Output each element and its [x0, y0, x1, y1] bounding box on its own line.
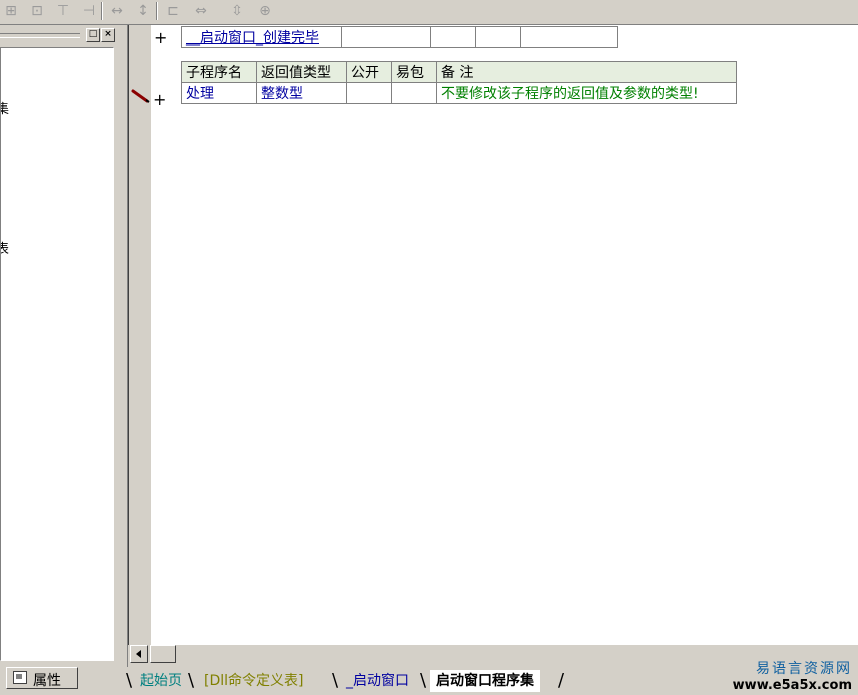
same-width-icon[interactable]: ↔: [106, 1, 128, 21]
scroll-left-icon[interactable]: [130, 645, 148, 663]
empty-cell[interactable]: [341, 26, 431, 48]
event-table: __启动窗口_创建完毕: [181, 26, 618, 48]
tab-divider: \: [332, 670, 339, 691]
return-type: 整数型: [261, 86, 303, 102]
col-easy-pack: 易包: [391, 61, 437, 83]
vertical-center-icon[interactable]: ⇔: [190, 1, 212, 21]
watermark-cn: 易语言资源网: [756, 661, 852, 677]
horizontal-center-icon[interactable]: ⊏: [162, 1, 184, 21]
return-type-cell[interactable]: 整数型: [256, 82, 347, 104]
properties-icon: [13, 671, 27, 684]
panel-restore-button[interactable]: □: [86, 28, 100, 42]
col-remark: 备 注: [436, 61, 737, 83]
event-name-cell[interactable]: __启动窗口_创建完毕: [181, 26, 342, 48]
col-return-type: 返回值类型: [256, 61, 347, 83]
align-top-icon[interactable]: ⊤: [52, 1, 74, 21]
table-row[interactable]: 处理 整数型 不要修改该子程序的返回值及参数的类型!: [181, 82, 737, 104]
tab-divider: \: [188, 670, 195, 691]
public-cell[interactable]: [346, 82, 392, 104]
tab-start-page[interactable]: 起始页: [134, 670, 188, 692]
remark-text: 不要修改该子程序的返回值及参数的类型!: [441, 86, 699, 102]
same-height-icon[interactable]: ↕: [132, 1, 154, 21]
tab-startup-window-module[interactable]: 启动窗口程序集: [430, 670, 540, 692]
center-both-icon[interactable]: ⊕: [254, 1, 276, 21]
align-left-icon[interactable]: ⊞: [0, 1, 22, 21]
sub-name: 处理: [186, 86, 214, 102]
easy-pack-cell[interactable]: [391, 82, 437, 104]
toolbar-separator: [101, 2, 103, 20]
sub-table: 子程序名 返回值类型 公开 易包 备 注 处理 整数型 不要修改该子程序的返回值…: [181, 61, 737, 104]
panel-titlebar: □ ×: [0, 27, 118, 43]
empty-cell[interactable]: [520, 26, 618, 48]
panel-tree[interactable]: 集 表: [0, 47, 114, 661]
remark-cell[interactable]: 不要修改该子程序的返回值及参数的类型!: [436, 82, 737, 104]
align-right-icon[interactable]: ⊣: [78, 1, 100, 21]
pencil-icon: [131, 89, 150, 103]
tree-item-fragment[interactable]: 集: [1, 98, 9, 117]
tab-startup-window[interactable]: _启动窗口: [340, 670, 415, 692]
code-editor[interactable]: [128, 25, 858, 645]
properties-tab[interactable]: 属性: [6, 667, 78, 689]
watermark-url: www.e5a5x.com: [732, 678, 852, 693]
col-public: 公开: [346, 61, 392, 83]
toolbar-separator: [156, 2, 158, 20]
tree-item-fragment[interactable]: 表: [1, 238, 9, 257]
editor-gutter: [129, 25, 151, 645]
align-center-icon[interactable]: ⊡: [26, 1, 48, 21]
panel-grip[interactable]: [0, 33, 80, 38]
col-sub-name: 子程序名: [181, 61, 257, 83]
left-panel: □ × 集 表: [0, 25, 122, 667]
center-icon[interactable]: ⇳: [226, 1, 248, 21]
tab-divider: \: [126, 670, 133, 691]
panel-close-button[interactable]: ×: [101, 28, 115, 42]
event-name: __启动窗口_创建完毕: [186, 30, 319, 46]
empty-cell[interactable]: [430, 26, 476, 48]
expand-sub-button[interactable]: +: [153, 92, 166, 108]
empty-cell[interactable]: [475, 26, 521, 48]
tab-divider: \: [420, 670, 427, 691]
properties-tab-label: 属性: [33, 673, 61, 689]
watermark: 易语言资源网 www.e5a5x.com: [733, 658, 852, 693]
tab-dll-commands[interactable]: [Dll命令定义表]: [198, 670, 309, 692]
expand-event-button[interactable]: +: [154, 30, 167, 46]
scroll-thumb[interactable]: [150, 645, 176, 663]
layout-toolbar: ⊞ ⊡ ⊤ ⊣ ↔ ↕ ⊏ ⇔ ⇳ ⊕: [0, 0, 858, 25]
tab-divider: /: [558, 670, 565, 691]
sub-table-header: 子程序名 返回值类型 公开 易包 备 注: [181, 61, 737, 83]
sub-name-cell[interactable]: 处理: [181, 82, 257, 104]
